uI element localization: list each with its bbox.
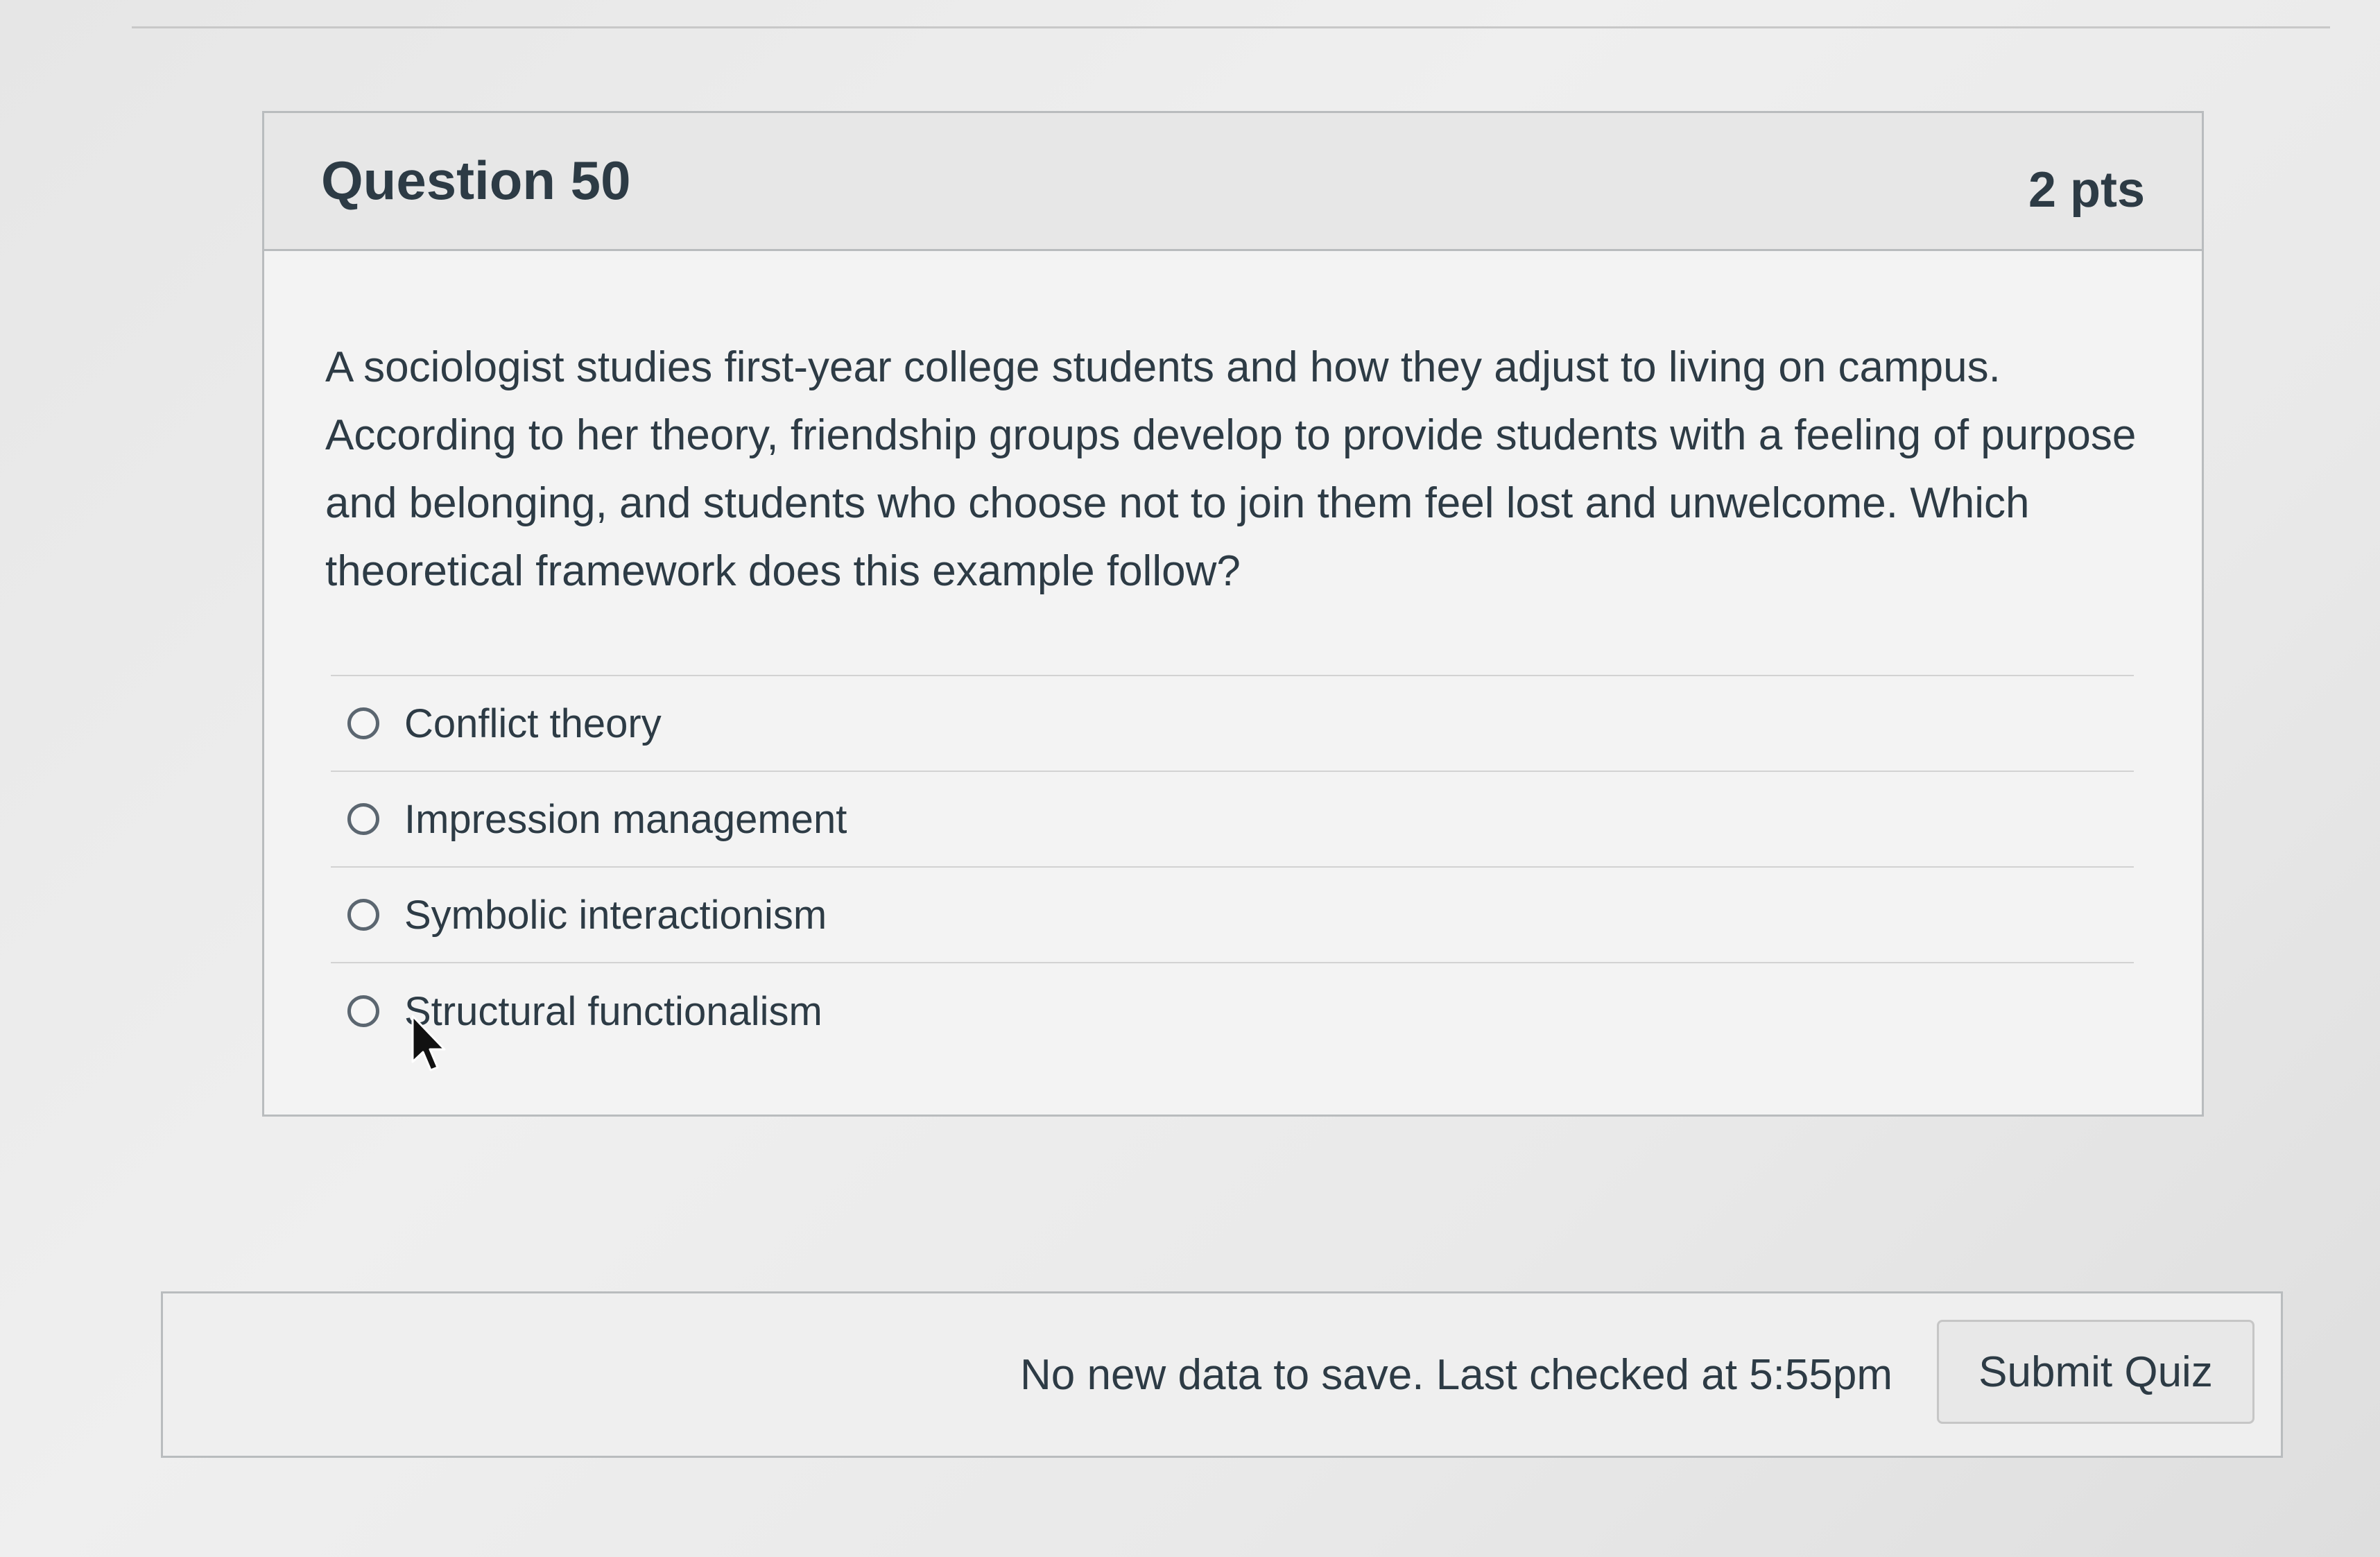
answer-label[interactable]: Structural functionalism <box>404 988 822 1035</box>
save-status-text: No new data to save. Last checked at 5:5… <box>1020 1351 1892 1399</box>
answer-option-structural-functionalism[interactable]: Structural functionalism <box>331 963 2134 1059</box>
radio-unchecked-icon[interactable] <box>347 899 379 931</box>
answer-option-impression-management[interactable]: Impression management <box>331 772 2134 868</box>
answer-label[interactable]: Symbolic interactionism <box>404 892 827 938</box>
answer-label[interactable]: Impression management <box>404 796 847 843</box>
question-card: Question 50 2 pts A sociologist studies … <box>262 111 2204 1117</box>
radio-unchecked-icon[interactable] <box>347 995 379 1027</box>
answer-option-conflict-theory[interactable]: Conflict theory <box>331 676 2134 772</box>
answer-list: Conflict theory Impression management Sy… <box>331 675 2134 1059</box>
question-text: A sociologist studies first-year college… <box>325 343 2137 595</box>
question-points: 2 pts <box>2028 162 2145 218</box>
answer-option-symbolic-interactionism[interactable]: Symbolic interactionism <box>331 868 2134 963</box>
answer-label[interactable]: Conflict theory <box>404 700 662 747</box>
submit-quiz-button[interactable]: Submit Quiz <box>1937 1320 2254 1424</box>
top-divider <box>132 26 2330 28</box>
question-header: Question 50 2 pts <box>264 113 2202 251</box>
mouse-pointer-icon <box>411 1015 446 1072</box>
radio-unchecked-icon[interactable] <box>347 707 379 739</box>
radio-unchecked-icon[interactable] <box>347 803 379 835</box>
quiz-footer: No new data to save. Last checked at 5:5… <box>161 1291 2283 1458</box>
question-title: Question 50 <box>321 150 631 211</box>
